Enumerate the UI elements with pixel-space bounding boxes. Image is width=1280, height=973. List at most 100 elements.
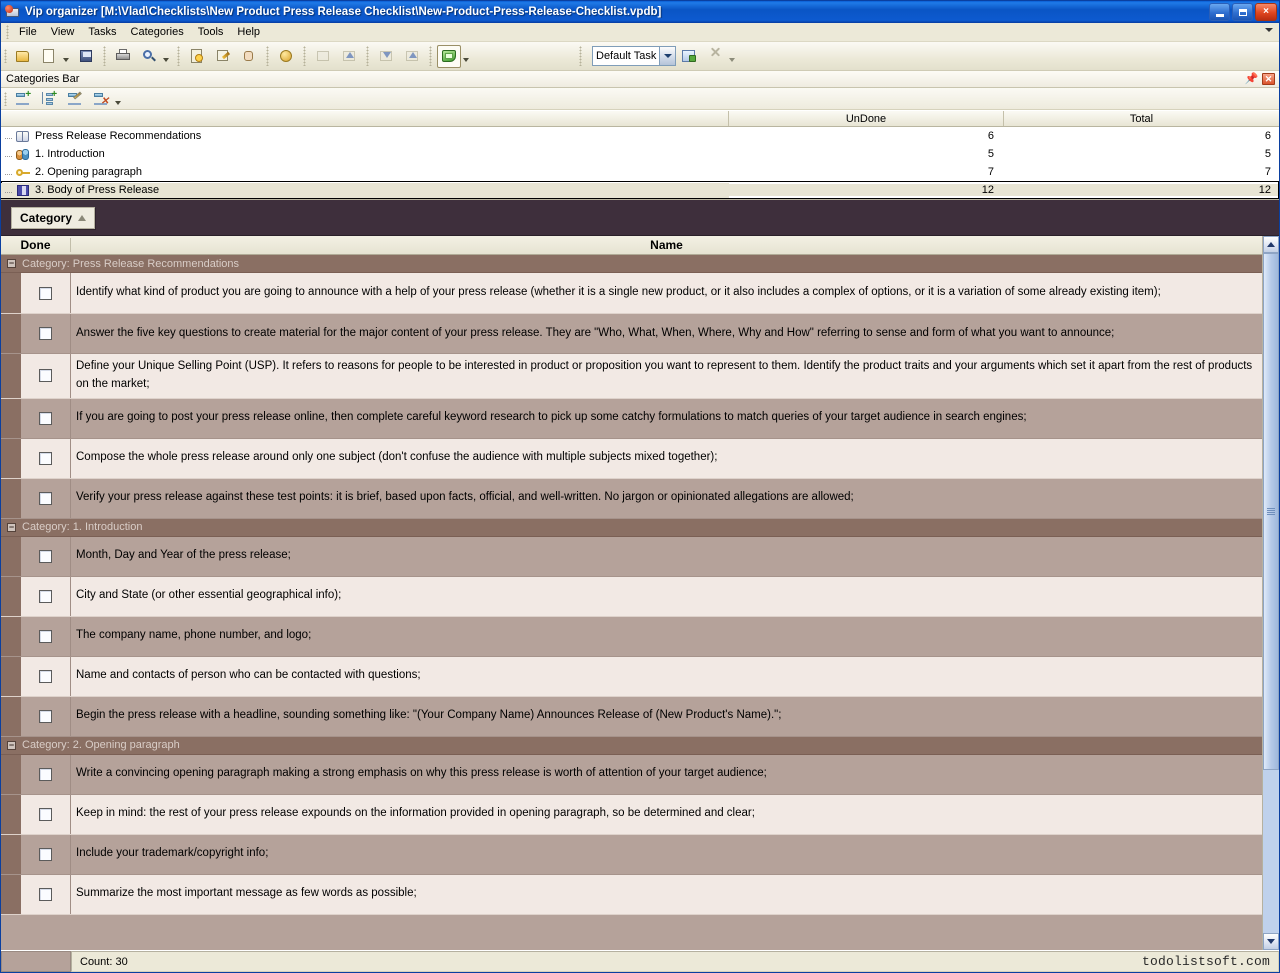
done-cell[interactable] — [21, 354, 71, 398]
done-checkbox[interactable] — [39, 710, 52, 723]
menu-item-help[interactable]: Help — [230, 24, 267, 40]
done-checkbox[interactable] — [39, 670, 52, 683]
done-cell[interactable] — [21, 273, 71, 313]
add-category-button[interactable]: + — [12, 89, 34, 108]
restore-button[interactable] — [1232, 3, 1253, 21]
done-checkbox[interactable] — [39, 287, 52, 300]
done-cell[interactable] — [21, 314, 71, 353]
edit-task-button[interactable] — [211, 45, 235, 68]
scroll-down-button[interactable] — [1263, 933, 1279, 950]
done-checkbox[interactable] — [39, 848, 52, 861]
task-view-select[interactable]: Default Task V — [592, 46, 676, 66]
table-row[interactable]: Identify what kind of product you are go… — [1, 273, 1262, 314]
done-cell[interactable] — [21, 755, 71, 794]
close-icon[interactable]: ✕ — [1261, 72, 1276, 86]
add-subcategory-button[interactable]: + — [38, 89, 60, 108]
toolbar-grip[interactable] — [4, 49, 7, 63]
globe-button[interactable] — [274, 45, 298, 68]
group-by-bar[interactable]: Category — [1, 200, 1279, 236]
minimize-button[interactable] — [1209, 3, 1230, 21]
category-row[interactable]: 2. Opening paragraph 7 7 — [1, 163, 1279, 181]
done-checkbox[interactable] — [39, 412, 52, 425]
menu-item-tools[interactable]: Tools — [191, 24, 231, 40]
collapse-icon[interactable]: − — [7, 259, 16, 268]
collapse-icon[interactable]: − — [7, 523, 16, 532]
done-checkbox[interactable] — [39, 590, 52, 603]
table-row[interactable]: Keep in mind: the rest of your press rel… — [1, 795, 1262, 835]
chevron-down-icon[interactable] — [1265, 28, 1273, 32]
table-row[interactable]: The company name, phone number, and logo… — [1, 617, 1262, 657]
group-header-row[interactable]: − Category: Press Release Recommendation… — [1, 255, 1262, 273]
done-cell[interactable] — [21, 577, 71, 616]
done-cell[interactable] — [21, 835, 71, 874]
table-row[interactable]: Include your trademark/copyright info; — [1, 835, 1262, 875]
done-checkbox[interactable] — [39, 768, 52, 781]
done-checkbox[interactable] — [39, 888, 52, 901]
table-row[interactable]: Begin the press release with a headline,… — [1, 697, 1262, 737]
done-checkbox[interactable] — [39, 630, 52, 643]
done-checkbox[interactable] — [39, 492, 52, 505]
close-button[interactable]: × — [1255, 3, 1277, 21]
delete-category-button[interactable]: ✕ — [90, 89, 112, 108]
table-row[interactable]: Define your Unique Selling Point (USP). … — [1, 354, 1262, 399]
export-dropdown-caret-icon[interactable] — [463, 58, 469, 62]
table-row[interactable]: Verify your press release against these … — [1, 479, 1262, 519]
assign-button[interactable] — [237, 45, 261, 68]
done-cell[interactable] — [21, 657, 71, 696]
column-header-category-name[interactable] — [1, 111, 729, 126]
menu-item-tasks[interactable]: Tasks — [81, 24, 123, 40]
done-cell[interactable] — [21, 875, 71, 914]
print-button[interactable] — [111, 45, 135, 68]
group-header-row[interactable]: − Category: 2. Opening paragraph — [1, 737, 1262, 755]
done-checkbox[interactable] — [39, 327, 52, 340]
category-row[interactable]: Press Release Recommendations 6 6 — [1, 127, 1279, 145]
table-row[interactable]: If you are going to post your press rele… — [1, 399, 1262, 439]
group-by-chip-category[interactable]: Category — [11, 207, 95, 229]
categories-toolbar-grip[interactable] — [4, 92, 7, 106]
done-checkbox[interactable] — [39, 369, 52, 382]
collapse-icon[interactable]: − — [7, 741, 16, 750]
new-from-template-button[interactable] — [37, 45, 61, 68]
column-header-total[interactable]: Total — [1004, 111, 1279, 126]
done-cell[interactable] — [21, 537, 71, 576]
move-down-button[interactable] — [374, 45, 398, 68]
scroll-up-button[interactable] — [1263, 236, 1279, 253]
table-row[interactable]: Compose the whole press release around o… — [1, 439, 1262, 479]
category-row[interactable]: 3. Body of Press Release 12 12 — [1, 181, 1279, 199]
category-row[interactable]: 1. Introduction 5 5 — [1, 145, 1279, 163]
done-cell[interactable] — [21, 795, 71, 834]
done-cell[interactable] — [21, 479, 71, 518]
table-row[interactable]: Month, Day and Year of the press release… — [1, 537, 1262, 577]
view-dropdown-caret-icon[interactable] — [729, 58, 735, 62]
done-checkbox[interactable] — [39, 452, 52, 465]
menu-item-file[interactable]: File — [12, 24, 44, 40]
chevron-down-icon[interactable] — [659, 47, 675, 65]
new-dropdown-caret-icon[interactable] — [63, 58, 69, 62]
done-checkbox[interactable] — [39, 550, 52, 563]
table-row[interactable]: City and State (or other essential geogr… — [1, 577, 1262, 617]
print-preview-button[interactable] — [137, 45, 161, 68]
print-dropdown-caret-icon[interactable] — [163, 58, 169, 62]
mark-done-button[interactable] — [311, 45, 335, 68]
menu-grip[interactable] — [6, 25, 9, 39]
vertical-scrollbar[interactable] — [1262, 236, 1279, 950]
table-row[interactable]: Write a convincing opening paragraph mak… — [1, 755, 1262, 795]
done-cell[interactable] — [21, 439, 71, 478]
apply-view-button[interactable] — [677, 45, 701, 68]
export-button[interactable] — [437, 45, 461, 68]
delete-view-button[interactable] — [703, 45, 727, 68]
column-header-undone[interactable]: UnDone — [729, 111, 1004, 126]
done-cell[interactable] — [21, 399, 71, 438]
scrollbar-track[interactable] — [1263, 253, 1279, 933]
done-checkbox[interactable] — [39, 808, 52, 821]
pushpin-icon[interactable]: 📌 — [1244, 72, 1259, 86]
column-header-done[interactable]: Done — [1, 238, 71, 252]
done-cell[interactable] — [21, 617, 71, 656]
move-up-button[interactable] — [337, 45, 361, 68]
scrollbar-thumb[interactable] — [1263, 253, 1279, 770]
column-header-name[interactable]: Name — [71, 238, 1262, 252]
categories-dropdown-caret-icon[interactable] — [115, 101, 121, 105]
table-row[interactable]: Name and contacts of person who can be c… — [1, 657, 1262, 697]
new-task-button[interactable] — [11, 45, 35, 68]
done-cell[interactable] — [21, 697, 71, 736]
